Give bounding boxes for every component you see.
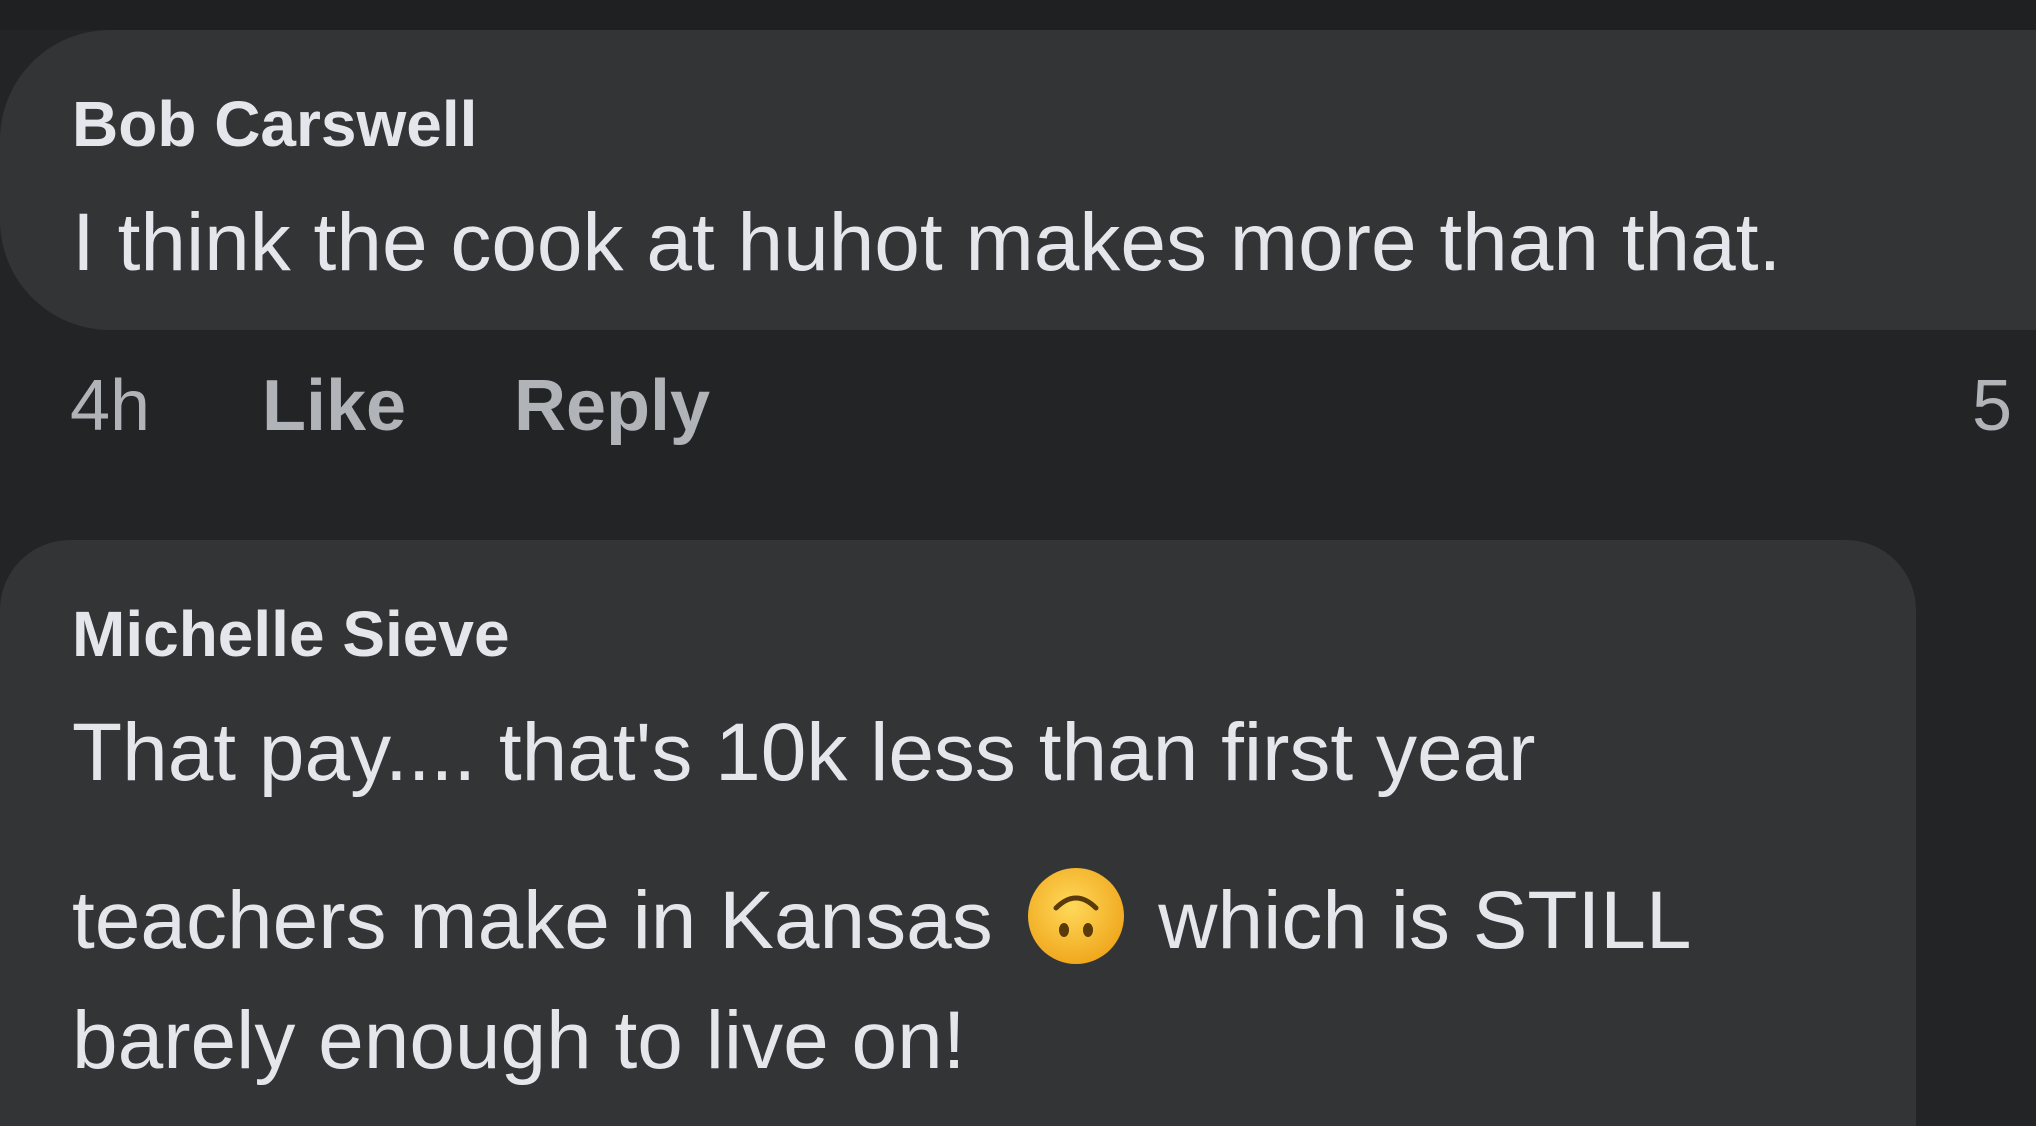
reply-button[interactable]: Reply xyxy=(514,370,710,442)
comment-author[interactable]: Bob Carswell xyxy=(72,92,477,156)
like-button[interactable]: Like xyxy=(262,370,406,442)
comment-author[interactable]: Michelle Sieve xyxy=(72,602,510,666)
reaction-count[interactable]: 5 xyxy=(1972,370,2012,442)
comment-text-segment: which is STILL xyxy=(1158,875,1692,966)
top-edge xyxy=(0,0,2036,30)
comment-text-segment: teachers make in Kansas xyxy=(72,875,993,966)
comment-timestamp[interactable]: 4h xyxy=(70,370,150,442)
upside-down-face-emoji-icon xyxy=(1027,868,1124,964)
comment-text-line: teachers make in Kansas which is STILL xyxy=(72,866,1692,966)
comment-text: I think the cook at huhot makes more tha… xyxy=(72,197,1782,288)
comment-text-line: That pay.... that's 10k less than first … xyxy=(72,707,1536,798)
comment-text-line: barely enough to live on! xyxy=(72,995,966,1086)
